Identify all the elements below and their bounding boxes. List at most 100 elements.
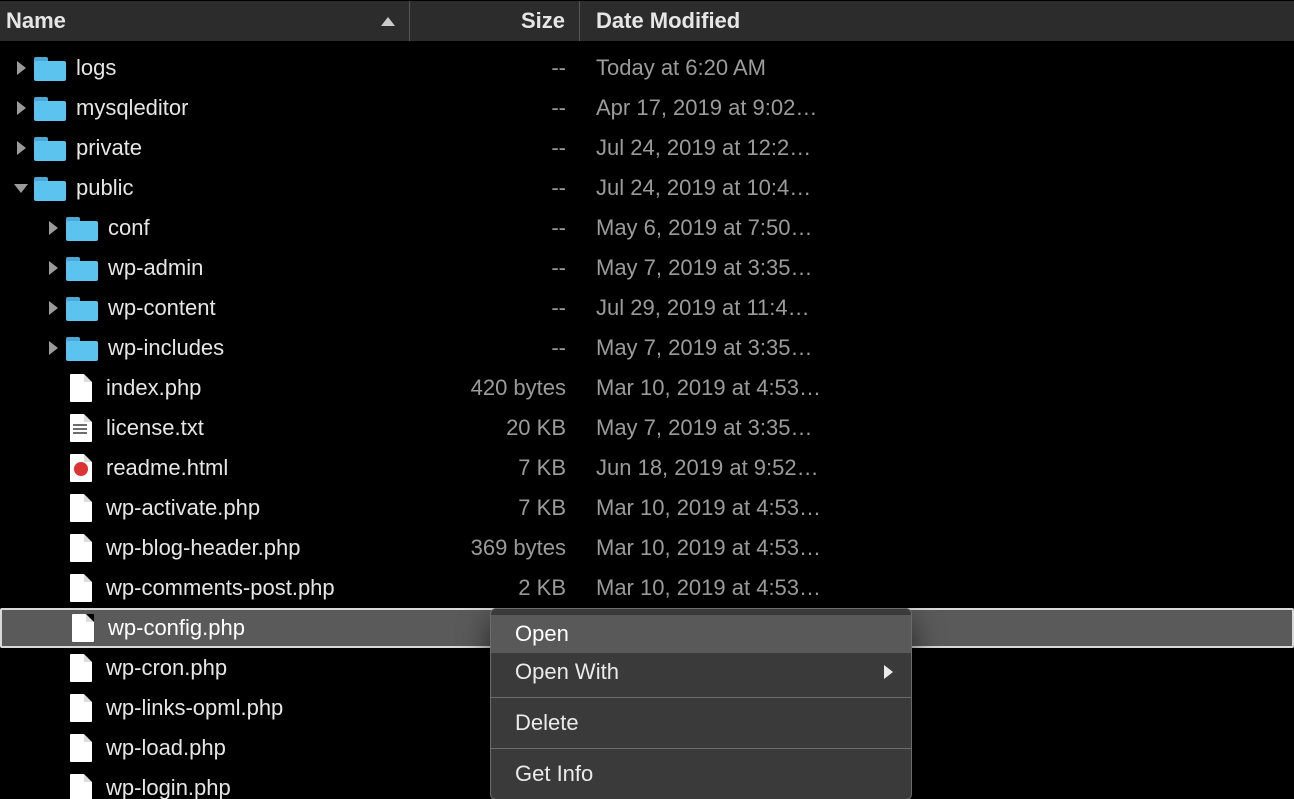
size-cell: -- [410,175,580,201]
file-row[interactable]: license.txt 20 KBMay 7, 2019 at 3:35… [0,408,1294,448]
disclosure-down-icon[interactable] [12,179,30,197]
name-cell: wp-cron.php [0,654,410,682]
date-cell: May 7, 2019 at 3:35… [580,335,1294,361]
file-name: wp-cron.php [106,655,227,681]
folder-row[interactable]: logs --Today at 6:20 AM [0,48,1294,88]
folder-icon [66,215,98,241]
file-name: public [76,175,133,201]
column-header-size[interactable]: Size [410,1,580,41]
date-cell: Jul 29, 2019 at 11:4… [580,295,1294,321]
size-cell: -- [410,255,580,281]
context-menu-separator [491,697,911,698]
file-row[interactable]: index.php 420 bytesMar 10, 2019 at 4:53… [0,368,1294,408]
column-header-name[interactable]: Name [0,1,410,41]
context-menu-item-label: Get Info [515,761,593,787]
size-cell: 420 bytes [410,375,580,401]
folder-icon [66,295,98,321]
file-name: wp-config.php [108,615,245,641]
size-cell: 369 bytes [410,535,580,561]
file-row[interactable]: readme.html7 KBJun 18, 2019 at 9:52… [0,448,1294,488]
disclosure-right-icon[interactable] [12,59,30,77]
date-cell: Jul 24, 2019 at 10:4… [580,175,1294,201]
file-icon [72,614,94,642]
disclosure-right-icon[interactable] [12,99,30,117]
file-name: index.php [106,375,201,401]
column-header-date[interactable]: Date Modified [580,1,1294,41]
file-row[interactable]: wp-comments-post.php2 KBMar 10, 2019 at … [0,568,1294,608]
context-menu-item-label: Open [515,621,569,647]
file-icon [70,574,92,602]
context-menu-separator [491,748,911,749]
file-name: readme.html [106,455,228,481]
context-menu-item-open[interactable]: Open [491,615,911,653]
name-cell: logs [0,55,410,81]
file-icon [70,654,92,682]
folder-row[interactable]: public --Jul 24, 2019 at 10:4… [0,168,1294,208]
context-menu: Open Open With Delete Get Info [490,608,912,799]
size-cell: 2 KB [410,575,580,601]
file-name: wp-content [108,295,216,321]
file-icon [70,774,92,799]
name-cell: wp-config.php [2,614,412,642]
date-cell: Mar 10, 2019 at 4:53… [580,495,1294,521]
context-menu-item-delete[interactable]: Delete [491,704,911,742]
date-cell: May 7, 2019 at 3:35… [580,415,1294,441]
disclosure-right-icon[interactable] [44,259,62,277]
context-menu-item-get-info[interactable]: Get Info [491,755,911,793]
file-name: mysqleditor [76,95,188,121]
name-cell: public [0,175,410,201]
folder-icon [66,335,98,361]
file-name: private [76,135,142,161]
folder-row[interactable]: wp-admin--May 7, 2019 at 3:35… [0,248,1294,288]
folder-row[interactable]: conf--May 6, 2019 at 7:50… [0,208,1294,248]
size-cell: 7 KB [410,495,580,521]
date-cell: Mar 10, 2019 at 4:53… [580,535,1294,561]
column-header: Name Size Date Modified [0,0,1294,42]
file-name: wp-blog-header.php [106,535,300,561]
file-icon [70,374,92,402]
file-name: license.txt [106,415,204,441]
file-name: wp-includes [108,335,224,361]
folder-row[interactable]: mysqleditor --Apr 17, 2019 at 9:02… [0,88,1294,128]
folder-icon [66,255,98,281]
date-cell: Today at 6:20 AM [580,55,1294,81]
name-cell: wp-includes [0,335,410,361]
disclosure-right-icon[interactable] [12,139,30,157]
date-cell: Apr 17, 2019 at 9:02… [580,95,1294,121]
file-icon [70,534,92,562]
date-cell: May 6, 2019 at 7:50… [580,215,1294,241]
name-cell: wp-blog-header.php [0,534,410,562]
size-cell: -- [410,55,580,81]
folder-icon [34,95,66,121]
column-header-date-label: Date Modified [596,8,740,34]
name-cell: wp-load.php [0,734,410,762]
file-row[interactable]: wp-blog-header.php 369 bytesMar 10, 2019 … [0,528,1294,568]
disclosure-right-icon[interactable] [44,339,62,357]
file-name: wp-login.php [106,775,231,799]
name-cell: conf [0,215,410,241]
context-menu-item-label: Open With [515,659,619,685]
folder-row[interactable]: private--Jul 24, 2019 at 12:2… [0,128,1294,168]
file-name: logs [76,55,116,81]
date-cell: Mar 10, 2019 at 4:53… [580,375,1294,401]
folder-row[interactable]: wp-content--Jul 29, 2019 at 11:4… [0,288,1294,328]
name-cell: mysqleditor [0,95,410,121]
file-row[interactable]: wp-activate.php 7 KBMar 10, 2019 at 4:53… [0,488,1294,528]
file-icon [70,694,92,722]
date-cell: Jun 18, 2019 at 9:52… [580,455,1294,481]
file-name: wp-activate.php [106,495,260,521]
size-cell: -- [410,95,580,121]
size-cell: -- [410,135,580,161]
folder-row[interactable]: wp-includes--May 7, 2019 at 3:35… [0,328,1294,368]
name-cell: wp-content [0,295,410,321]
disclosure-right-icon[interactable] [44,299,62,317]
disclosure-right-icon[interactable] [44,219,62,237]
name-cell: license.txt [0,414,410,442]
name-cell: private [0,135,410,161]
context-menu-item-open-with[interactable]: Open With [491,653,911,691]
size-cell: 20 KB [410,415,580,441]
sort-ascending-icon [381,17,395,26]
file-name: wp-comments-post.php [106,575,335,601]
column-header-size-label: Size [521,8,565,34]
name-cell: readme.html [0,454,410,482]
